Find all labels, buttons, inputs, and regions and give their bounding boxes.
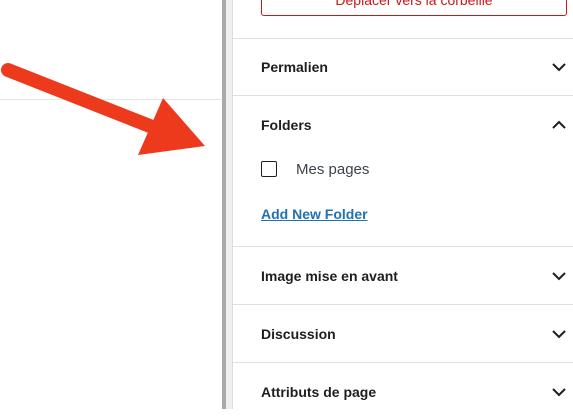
chevron-up-icon[interactable] (549, 115, 569, 135)
editor-canvas (0, 0, 222, 409)
folder-label: Mes pages (296, 161, 370, 178)
panel-page-attributes[interactable]: Attributs de page (233, 363, 573, 420)
chevron-down-icon[interactable] (549, 382, 569, 402)
folder-checkbox[interactable] (261, 161, 277, 177)
panel-title-discussion: Discussion (261, 325, 336, 342)
chevron-down-icon[interactable] (549, 57, 569, 77)
panel-title-permalink: Permalien (261, 58, 328, 75)
move-to-trash-button[interactable]: Déplacer vers la corbeille (261, 0, 567, 16)
chevron-down-icon[interactable] (549, 266, 569, 286)
panel-folders: Folders Mes pages Add New Folder (233, 96, 573, 247)
panel-title-featured-image: Image mise en avant (261, 267, 398, 284)
panel-title-page-attributes: Attributs de page (261, 383, 377, 400)
panel-discussion[interactable]: Discussion (233, 305, 573, 363)
chevron-down-icon[interactable] (549, 324, 569, 344)
settings-sidebar: Déplacer vers la corbeille Permalien Fol… (233, 0, 573, 409)
add-new-folder-link[interactable]: Add New Folder (261, 206, 368, 222)
panel-header-folders[interactable]: Folders (233, 96, 573, 154)
panel-title-folders: Folders (261, 117, 312, 133)
panel-featured-image[interactable]: Image mise en avant (233, 247, 573, 305)
panel-permalink[interactable]: Permalien (233, 38, 573, 96)
trash-section: Déplacer vers la corbeille (233, 0, 573, 39)
red-arrow-annotation (1, 63, 205, 155)
